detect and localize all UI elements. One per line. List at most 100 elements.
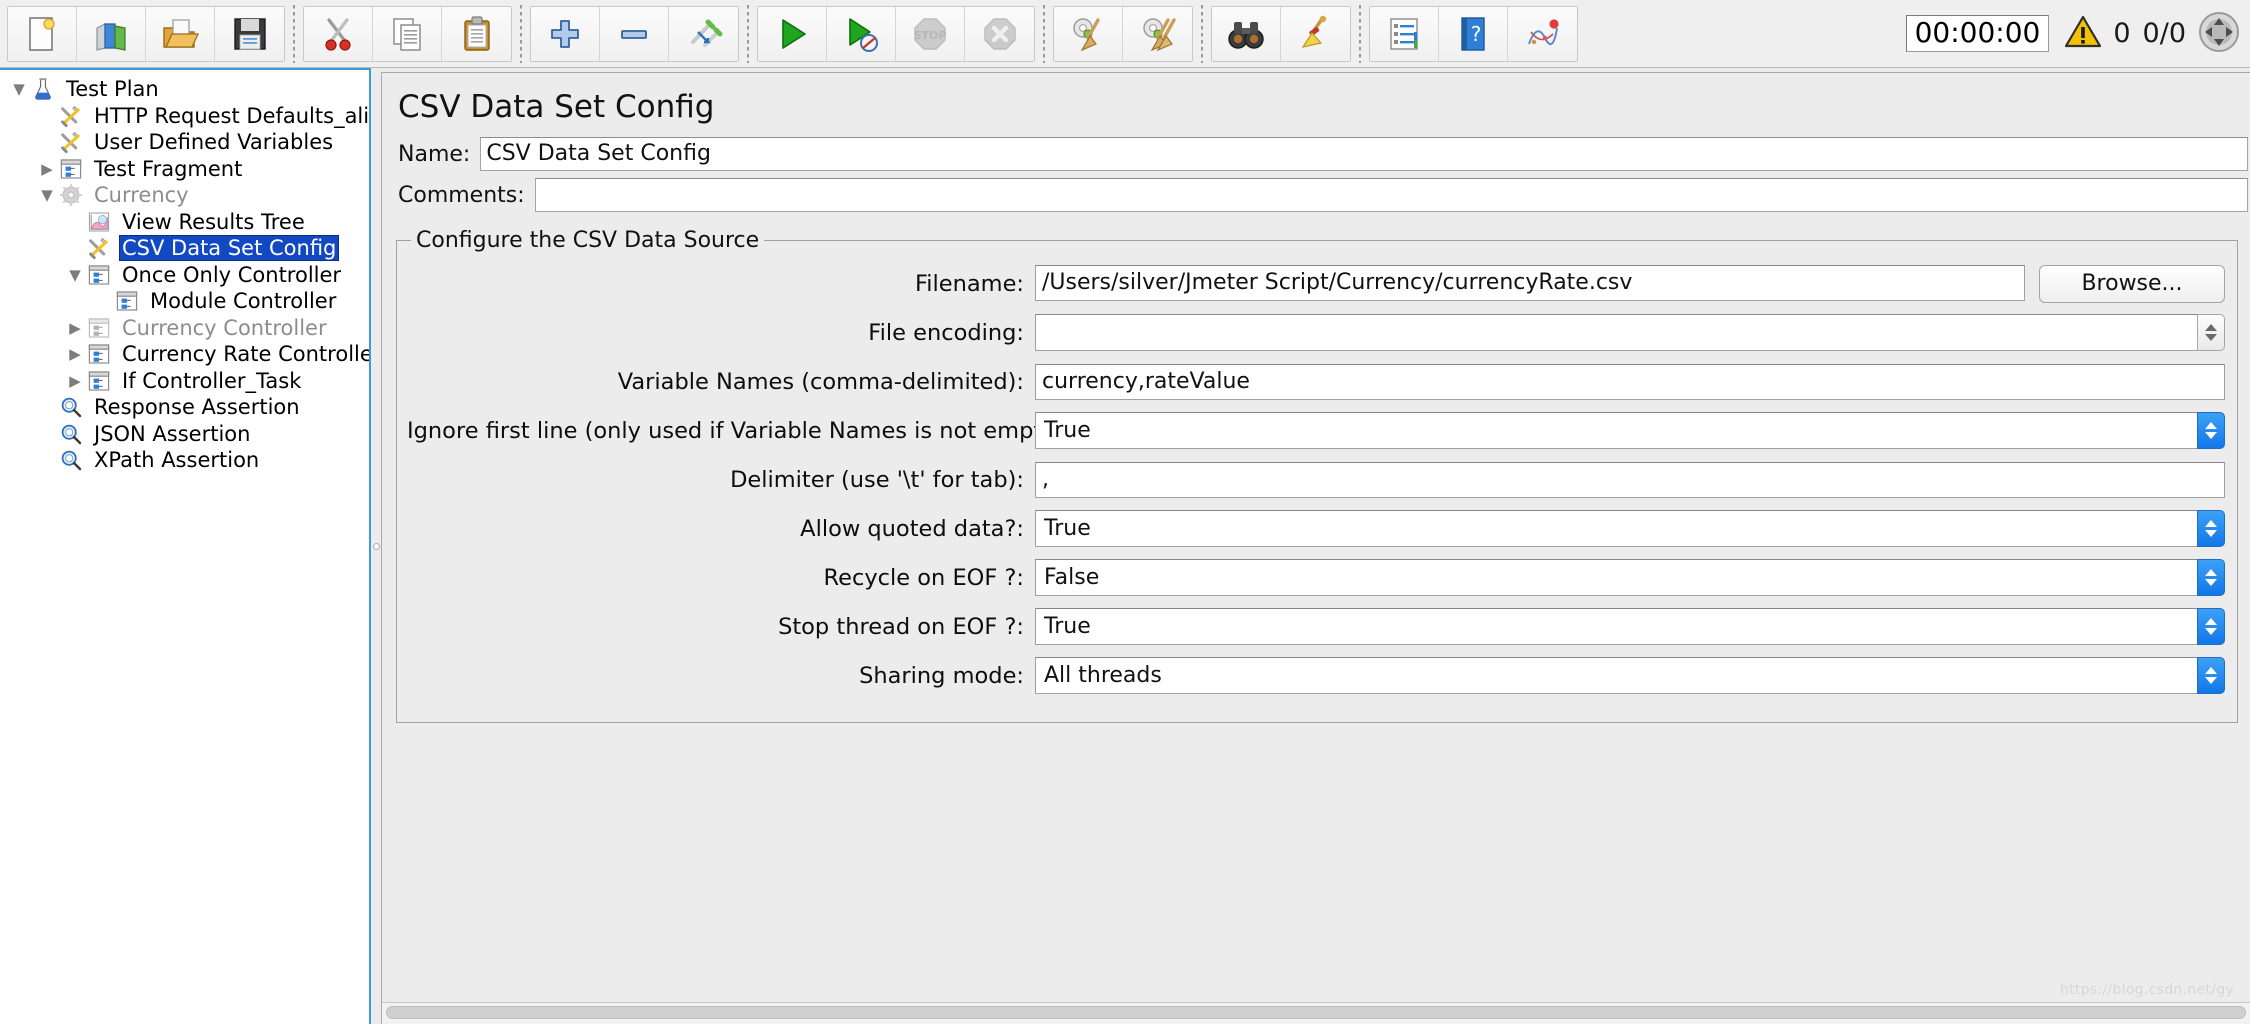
tree-item-user-defined-variables[interactable]: User Defined Variables xyxy=(0,129,369,156)
combo-ignore-first-line-only-used-if-variable-names-is-not-empty[interactable]: True xyxy=(1035,412,2225,449)
list-lines-icon xyxy=(1384,14,1424,54)
clear-button[interactable] xyxy=(1054,6,1123,61)
horizontal-scrollbar[interactable] xyxy=(382,1002,2250,1024)
tree-item-test-fragment[interactable]: ▶ Test Fragment xyxy=(0,156,369,183)
expand-all-button[interactable] xyxy=(531,6,600,61)
tree-item-if-controller-task[interactable]: ▶ If Controller_Task xyxy=(0,368,369,395)
test-plan-tree-panel[interactable]: ▼ Test PlanHTTP Request Defaults_aliyunRD… xyxy=(0,68,371,1024)
tree-item-currency[interactable]: ▼ Currency xyxy=(0,182,369,209)
tree-item-currency-controller[interactable]: ▶ Currency Controller xyxy=(0,315,369,342)
combo-value-recycle-on-eof[interactable]: False xyxy=(1035,559,2197,596)
toolbar-separator xyxy=(293,4,295,63)
field-row-allow-quoted-data: Allow quoted data?: True xyxy=(407,504,2225,553)
combo-stop-thread-on-eof[interactable]: True xyxy=(1035,608,2225,645)
combo-sharing-mode[interactable]: All threads xyxy=(1035,657,2225,694)
reset-search-button[interactable] xyxy=(1281,6,1350,61)
tree-item-xpath-assertion[interactable]: XPath Assertion xyxy=(0,447,369,474)
name-input[interactable]: CSV Data Set Config xyxy=(480,137,2248,171)
browse-button[interactable]: Browse... xyxy=(2039,264,2225,303)
combo-file-encoding[interactable] xyxy=(1035,314,2225,351)
field-label-variable-names-comma-delimited: Variable Names (comma-delimited): xyxy=(617,368,1024,395)
spinner-arrows-icon[interactable] xyxy=(2197,314,2225,351)
splitter-knob[interactable] xyxy=(372,542,380,550)
test-plan-tree[interactable]: ▼ Test PlanHTTP Request Defaults_aliyunRD… xyxy=(0,70,369,474)
chevron-up-icon[interactable] xyxy=(2205,618,2217,625)
chevron-down-icon[interactable] xyxy=(2205,579,2217,586)
undo-redo-button[interactable] xyxy=(1508,6,1577,61)
function-helper-button[interactable] xyxy=(1370,6,1439,61)
spinner-arrows-icon[interactable] xyxy=(2197,559,2225,596)
clipboard-group xyxy=(303,5,512,62)
combo-value-sharing-mode[interactable]: All threads xyxy=(1035,657,2197,694)
collapse-all-button[interactable] xyxy=(600,6,669,61)
panel-splitter[interactable] xyxy=(371,68,381,1024)
tree-item-response-assertion[interactable]: Response Assertion xyxy=(0,394,369,421)
tree-item-test-plan[interactable]: ▼ Test Plan xyxy=(0,76,369,103)
scrollbar-thumb[interactable] xyxy=(386,1006,2246,1019)
comments-input[interactable] xyxy=(534,178,2248,212)
scribble-red-dot-icon xyxy=(1523,14,1563,54)
field-label-allow-quoted-data: Allow quoted data?: xyxy=(800,515,1024,542)
tree-item-currency-rate-controller[interactable]: ▶ Currency Rate Controller xyxy=(0,341,369,368)
chevron-down-icon[interactable]: ▼ xyxy=(8,80,30,98)
start-no-pauses-button[interactable] xyxy=(827,6,896,61)
start-button[interactable] xyxy=(758,6,827,61)
open-button[interactable] xyxy=(146,6,215,61)
combo-value-file-encoding[interactable] xyxy=(1035,314,2197,351)
four-arrows-circle-icon[interactable] xyxy=(2198,11,2240,57)
help-button[interactable]: ? xyxy=(1439,6,1508,61)
combo-value-allow-quoted-data[interactable]: True xyxy=(1035,510,2197,547)
combo-value-stop-thread-on-eof[interactable]: True xyxy=(1035,608,2197,645)
combo-allow-quoted-data[interactable]: True xyxy=(1035,510,2225,547)
chevron-right-icon[interactable]: ▶ xyxy=(64,372,86,390)
paste-button[interactable] xyxy=(442,6,511,61)
save-button[interactable] xyxy=(215,6,284,61)
tree-item-http-request-defaults-aliyunrds[interactable]: HTTP Request Defaults_aliyunRDS xyxy=(0,103,369,130)
tree-item-label: Test Plan xyxy=(66,77,159,102)
chevron-down-icon[interactable] xyxy=(2205,530,2217,537)
search-button[interactable] xyxy=(1212,6,1281,61)
blue-book-question-icon: ? xyxy=(1453,14,1493,54)
chevron-right-icon[interactable]: ▶ xyxy=(64,319,86,337)
chevron-down-icon[interactable]: ▼ xyxy=(64,266,86,284)
combo-recycle-on-eof[interactable]: False xyxy=(1035,559,2225,596)
input-variable-names-comma-delimited[interactable]: currency,rateValue xyxy=(1035,363,2225,400)
cut-button[interactable] xyxy=(304,6,373,61)
chevron-down-icon[interactable] xyxy=(2205,628,2217,635)
tree-item-module-controller[interactable]: Module Controller xyxy=(0,288,369,315)
combo-value-ignore-first-line-only-used-if-variable-names-is-not-empty[interactable]: True xyxy=(1035,412,2197,449)
csv-data-source-group: Configure the CSV Data Source Filename: /… xyxy=(396,228,2238,723)
tree-item-csv-data-set-config[interactable]: CSV Data Set Config xyxy=(0,235,369,262)
main-toolbar: STOP? 00:00:00 0 0/0 xyxy=(0,0,2250,68)
toggle-button[interactable] xyxy=(669,6,738,61)
spinner-arrows-icon[interactable] xyxy=(2197,510,2225,547)
chevron-down-icon[interactable]: ▼ xyxy=(36,186,58,204)
chevron-up-icon[interactable] xyxy=(2205,667,2217,674)
tree-item-once-only-controller[interactable]: ▼ Once Only Controller xyxy=(0,262,369,289)
spinner-arrows-icon[interactable] xyxy=(2197,412,2225,449)
tree-item-label: If Controller_Task xyxy=(122,368,302,393)
new-button[interactable] xyxy=(8,6,77,61)
clear-all-button[interactable] xyxy=(1123,6,1192,61)
chevron-up-icon[interactable] xyxy=(2205,569,2217,576)
tree-item-view-results-tree[interactable]: View Results Tree xyxy=(0,209,369,236)
field-row-file-encoding: File encoding: xyxy=(407,308,2225,357)
chevron-up-icon[interactable] xyxy=(2205,324,2217,331)
chevron-down-icon[interactable] xyxy=(2205,677,2217,684)
copy-button[interactable] xyxy=(373,6,442,61)
spinner-arrows-icon[interactable] xyxy=(2197,608,2225,645)
chevron-right-icon[interactable]: ▶ xyxy=(36,160,58,178)
chevron-up-icon[interactable] xyxy=(2205,520,2217,527)
toggle-pencils-icon xyxy=(684,14,724,54)
warning-triangle-icon[interactable] xyxy=(2065,15,2102,52)
wrench-screwdriver-icon xyxy=(58,130,84,154)
input-filename[interactable]: /Users/silver/Jmeter Script/Currency/cur… xyxy=(1035,264,2025,301)
chevron-down-icon[interactable] xyxy=(2205,432,2217,439)
spinner-arrows-icon[interactable] xyxy=(2197,657,2225,694)
chevron-down-icon[interactable] xyxy=(2205,334,2217,341)
input-delimiter-use-t-for-tab[interactable]: , xyxy=(1035,461,2225,498)
templates-button[interactable] xyxy=(77,6,146,61)
chevron-right-icon[interactable]: ▶ xyxy=(64,345,86,363)
chevron-up-icon[interactable] xyxy=(2205,422,2217,429)
tree-item-json-assertion[interactable]: JSON Assertion xyxy=(0,421,369,448)
